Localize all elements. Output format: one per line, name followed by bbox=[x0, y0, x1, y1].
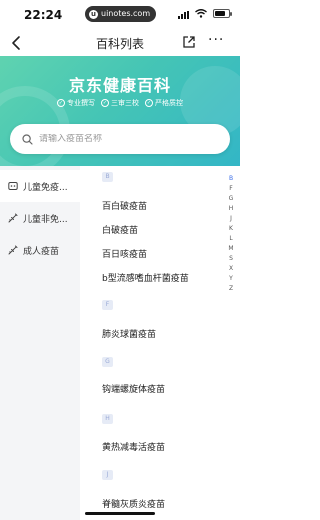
list-item[interactable]: 百日咳疫苗 bbox=[102, 247, 147, 260]
section-header-j: J bbox=[102, 470, 113, 480]
sidebar-item-children-non-nip[interactable]: 儿童非免... bbox=[0, 202, 80, 234]
sidebar-item-label: 儿童免疫... bbox=[23, 182, 68, 193]
nav-bar: 百科列表 ··· bbox=[0, 30, 240, 56]
status-bar: 22:24 u uinotes.com bbox=[0, 0, 240, 30]
index-letter-b[interactable]: B bbox=[225, 174, 237, 184]
section-header-g: G bbox=[102, 357, 113, 367]
check-circle-icon: ✓ bbox=[145, 99, 153, 107]
list-item[interactable]: 脊髓灰质炎疫苗 bbox=[102, 497, 165, 510]
index-letter-h[interactable]: H bbox=[225, 204, 237, 214]
vaccine-list: B 百白破疫苗 白破疫苗 百日咳疫苗 b型流感嗜血杆菌疫苗 F 肺炎球菌疫苗 G… bbox=[80, 166, 225, 520]
url-text: uinotes.com bbox=[101, 9, 151, 18]
status-time: 22:24 bbox=[24, 8, 63, 22]
check-circle-icon: ✓ bbox=[101, 99, 109, 107]
index-letter-y[interactable]: Y bbox=[225, 274, 237, 284]
check-circle-icon: ✓ bbox=[57, 99, 65, 107]
section-header-h: H bbox=[102, 414, 113, 424]
search-bar[interactable] bbox=[10, 124, 230, 154]
index-letter-f[interactable]: F bbox=[225, 184, 237, 194]
search-icon bbox=[22, 133, 33, 145]
alphabet-index: B F G H J K L M S X Y Z bbox=[225, 174, 237, 294]
category-sidebar: 儿童免疫... 儿童非免... 成人疫苗 bbox=[0, 166, 80, 520]
baby-icon bbox=[8, 182, 18, 190]
url-pill[interactable]: u uinotes.com bbox=[85, 6, 157, 22]
battery-level bbox=[215, 11, 226, 16]
signal-icon bbox=[178, 11, 189, 19]
banner-tag: ✓ 专业撰写 bbox=[57, 98, 95, 108]
list-item[interactable]: 肺炎球菌疫苗 bbox=[102, 327, 156, 340]
banner-tag: ✓ 严格质控 bbox=[145, 98, 183, 108]
list-item[interactable]: 白破疫苗 bbox=[102, 223, 138, 236]
share-icon[interactable] bbox=[182, 35, 196, 49]
sidebar-item-children-nip[interactable]: 儿童免疫... bbox=[0, 170, 80, 202]
index-letter-x[interactable]: X bbox=[225, 264, 237, 274]
section-header-b: B bbox=[102, 172, 113, 182]
battery-icon bbox=[213, 9, 232, 18]
banner-tag-label: 严格质控 bbox=[155, 99, 183, 107]
index-letter-z[interactable]: Z bbox=[225, 284, 237, 294]
index-letter-g[interactable]: G bbox=[225, 194, 237, 204]
list-item[interactable]: 钩端螺旋体疫苗 bbox=[102, 382, 165, 395]
sidebar-item-label: 儿童非免... bbox=[23, 214, 68, 225]
index-letter-s[interactable]: S bbox=[225, 254, 237, 264]
wifi-icon bbox=[195, 9, 207, 18]
search-input[interactable] bbox=[39, 134, 219, 144]
index-letter-k[interactable]: K bbox=[225, 224, 237, 234]
banner-tags: ✓ 专业撰写 ✓ 三审三校 ✓ 严格质控 bbox=[0, 98, 240, 108]
banner-tag-label: 三审三校 bbox=[111, 99, 139, 107]
banner-title: 京东健康百科 bbox=[68, 76, 171, 95]
index-letter-j[interactable]: J bbox=[225, 214, 237, 224]
more-button[interactable]: ··· bbox=[208, 32, 224, 48]
index-letter-l[interactable]: L bbox=[225, 234, 237, 244]
list-item[interactable]: 黄热减毒活疫苗 bbox=[102, 440, 165, 453]
sidebar-item-label: 成人疫苗 bbox=[23, 246, 60, 257]
page-title: 百科列表 bbox=[95, 37, 144, 51]
banner-tag-label: 专业撰写 bbox=[67, 99, 95, 107]
list-item[interactable]: 百白破疫苗 bbox=[102, 199, 147, 212]
index-letter-m[interactable]: M bbox=[225, 244, 237, 254]
syringe-icon bbox=[8, 245, 18, 255]
sidebar-item-adult[interactable]: 成人疫苗 bbox=[0, 234, 80, 266]
home-indicator bbox=[85, 512, 155, 515]
banner-tag: ✓ 三审三校 bbox=[101, 98, 139, 108]
site-logo-icon: u bbox=[89, 9, 98, 19]
section-header-f: F bbox=[102, 300, 113, 310]
list-item[interactable]: b型流感嗜血杆菌疫苗 bbox=[102, 271, 189, 284]
syringe-icon bbox=[8, 213, 18, 223]
